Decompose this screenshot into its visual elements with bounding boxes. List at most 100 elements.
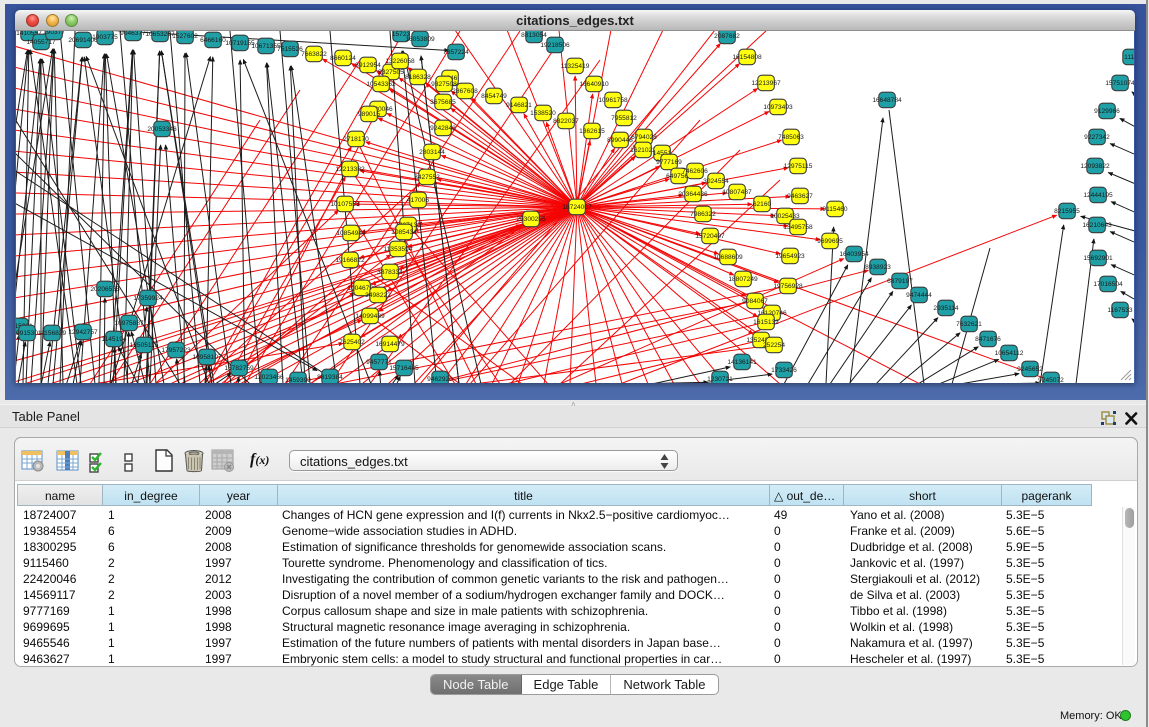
svg-text:17016504: 17016504 [1093,281,1123,288]
svg-text:9327508: 9327508 [431,81,457,88]
svg-text:7485063: 7485063 [778,134,804,141]
svg-text:1615132: 1615132 [753,319,779,326]
svg-text:9129966: 9129966 [1094,108,1120,115]
svg-text:18724007: 18724007 [562,204,592,211]
svg-text:9327505: 9327505 [378,69,404,76]
svg-text:10961758: 10961758 [598,97,628,104]
svg-text:9245072: 9245072 [1038,377,1064,383]
svg-text:6794028: 6794028 [631,134,657,141]
svg-text:10975887: 10975887 [114,320,144,327]
svg-text:10107553: 10107553 [330,201,360,208]
svg-text:9227342: 9227342 [1084,134,1110,141]
svg-text:10654112: 10654112 [995,350,1024,357]
svg-text:3675685: 3675685 [430,99,456,106]
svg-text:8813054: 8813054 [521,32,547,39]
svg-text:8186328: 8186328 [405,74,431,81]
svg-text:9115460: 9115460 [822,206,848,213]
svg-text:1538520: 1538520 [530,110,556,117]
svg-text:3498222: 3498222 [365,292,391,299]
svg-text:417006: 417006 [407,197,429,204]
svg-text:10807487: 10807487 [722,189,752,196]
svg-text:10653267: 10653267 [145,31,175,38]
svg-text:16210643: 16210643 [1082,222,1112,229]
svg-text:16053809: 16053809 [405,36,435,43]
svg-text:10688609: 10688609 [713,254,743,261]
svg-text:1085434: 1085434 [391,229,417,236]
svg-text:19166822: 19166822 [335,257,365,264]
svg-text:7632621: 7632621 [956,321,982,328]
svg-text:9146821: 9146821 [506,102,532,109]
svg-text:19756928: 19756928 [773,283,803,290]
svg-text:6879197: 6879197 [887,278,913,285]
svg-text:16914479: 16914479 [375,341,405,348]
svg-text:17957223: 17957223 [161,347,191,354]
svg-text:7625402: 7625402 [339,339,365,346]
svg-text:8215955: 8215955 [1054,208,1080,215]
svg-text:2718170: 2718170 [343,136,369,143]
svg-text:7986322: 7986322 [690,211,716,218]
svg-text:19654923: 19654923 [775,253,805,260]
svg-text:7462606: 7462606 [682,168,708,175]
svg-text:17359924: 17359924 [133,295,163,302]
svg-text:16782759: 16782759 [224,365,254,372]
svg-text:9084067: 9084067 [742,298,768,305]
svg-text:62160: 62160 [753,201,772,208]
svg-text:9457771: 9457771 [366,359,392,366]
svg-text:12942757: 12942757 [68,329,98,336]
svg-text:15751074: 15751074 [1105,80,1134,87]
svg-text:20364436: 20364436 [678,191,708,198]
svg-text:10543362: 10543362 [366,81,396,88]
svg-text:20053346: 20053346 [147,126,177,133]
svg-text:1903775: 1903775 [92,34,118,41]
svg-text:989015: 989015 [358,111,380,118]
svg-text:12444195: 12444195 [1083,192,1113,199]
svg-text:9463627: 9463627 [787,193,813,200]
svg-text:20206535: 20206535 [90,286,120,293]
svg-text:12975115: 12975115 [784,163,813,170]
svg-text:10854944: 10854944 [336,230,366,237]
svg-text:1527602: 1527602 [172,33,198,40]
svg-text:11325419: 11325419 [561,63,590,70]
svg-text:7357224: 7357224 [443,49,469,56]
svg-text:18807249: 18807249 [728,276,758,283]
svg-text:2087682: 2087682 [714,33,740,40]
svg-text:1459399: 1459399 [285,377,311,383]
svg-text:2935114: 2935114 [933,305,959,312]
svg-text:1362615: 1362615 [579,128,605,135]
svg-text:12213382: 12213382 [335,166,365,173]
svg-text:12093822: 12093822 [1080,163,1110,170]
svg-text:252254: 252254 [763,342,785,349]
svg-text:16640910: 16640910 [579,81,609,88]
svg-text:12213967: 12213967 [751,80,781,87]
svg-text:10958107: 10958107 [192,354,222,361]
svg-text:8471676: 8471676 [975,336,1001,343]
svg-text:9242848: 9242848 [430,125,456,132]
svg-text:7663822: 7663822 [301,51,327,58]
svg-text:8322037: 8322037 [553,118,579,125]
svg-text:16403954: 16403954 [839,251,869,258]
svg-text:190377: 190377 [43,31,65,36]
svg-text:16648784: 16648784 [872,97,902,104]
svg-text:19218506: 19218506 [540,42,570,49]
svg-text:14136141: 14136141 [727,359,757,366]
svg-text:8912954: 8912954 [355,62,381,69]
svg-text:12023466: 12023466 [254,374,284,381]
svg-text:8454749: 8454749 [481,93,507,100]
svg-text:8990448: 8990448 [607,137,633,144]
svg-text:15720407: 15720407 [695,233,725,240]
svg-text:8819384: 8819384 [317,374,343,381]
svg-text:1167533: 1167533 [1107,307,1133,314]
svg-text:13226058: 13226058 [385,58,415,65]
svg-text:8427552: 8427552 [414,174,440,181]
svg-text:11156829: 11156829 [38,330,67,337]
svg-text:1112: 1112 [1124,54,1134,61]
svg-text:9777169: 9777169 [656,159,682,166]
svg-text:10973493: 10973493 [763,104,793,111]
svg-text:9699695: 9699695 [817,238,843,245]
svg-text:8660124: 8660124 [330,55,356,62]
svg-text:6466160: 6466160 [200,37,226,44]
svg-text:8938923: 8938923 [865,264,891,271]
svg-text:7515526: 7515526 [277,46,303,53]
svg-text:9474444: 9474444 [906,292,932,299]
svg-text:13495758: 13495758 [783,224,813,231]
